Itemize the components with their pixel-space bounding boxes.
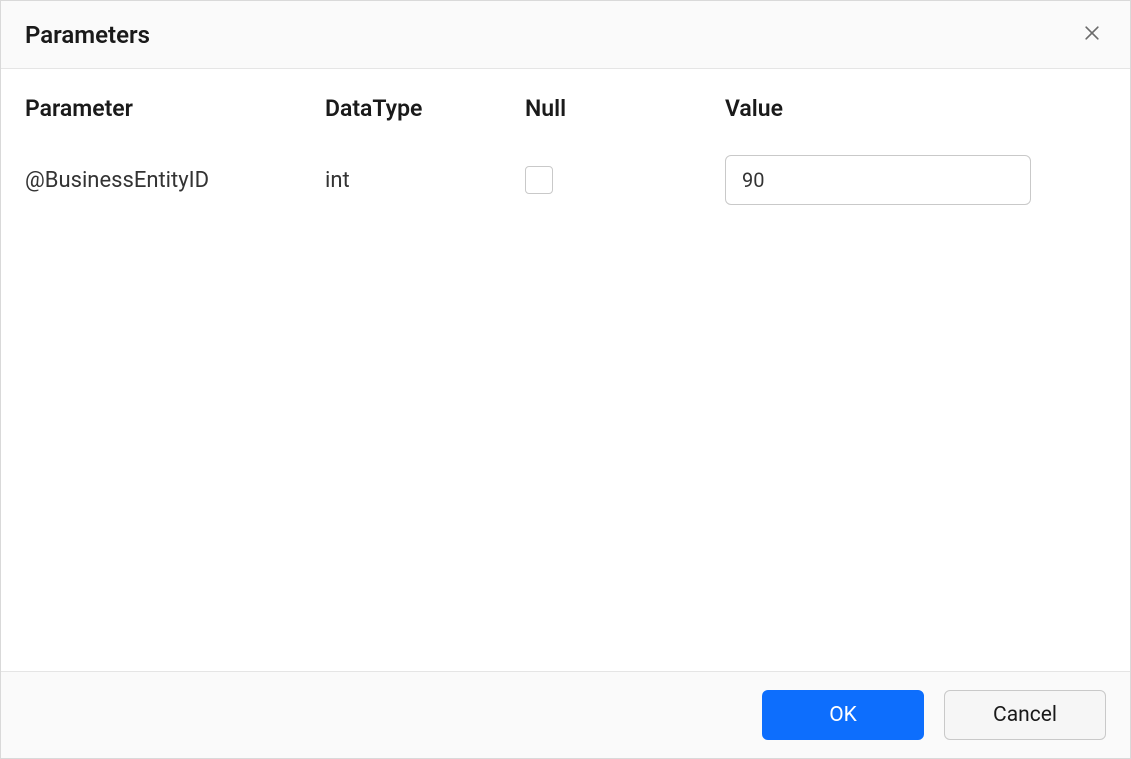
header-parameter: Parameter [25, 95, 325, 152]
dialog-title: Parameters [25, 21, 150, 49]
ok-button[interactable]: OK [762, 690, 924, 740]
parameters-table: Parameter DataType Null Value @BusinessE… [25, 95, 1106, 208]
header-null: Null [525, 95, 725, 152]
cell-null [525, 152, 725, 208]
dialog-header: Parameters [1, 1, 1130, 69]
close-icon [1082, 23, 1102, 46]
value-input[interactable] [725, 155, 1031, 205]
cancel-button[interactable]: Cancel [944, 690, 1106, 740]
dialog-body: Parameter DataType Null Value @BusinessE… [1, 69, 1130, 671]
cell-parameter-name: @BusinessEntityID [25, 152, 325, 208]
null-checkbox[interactable] [525, 166, 553, 194]
header-datatype: DataType [325, 95, 525, 152]
table-row: @BusinessEntityID int [25, 152, 1106, 208]
parameters-dialog: Parameters Parameter DataType Null Value [0, 0, 1131, 759]
header-value: Value [725, 95, 1106, 152]
cell-value [725, 152, 1106, 208]
dialog-footer: OK Cancel [1, 671, 1130, 758]
cell-datatype: int [325, 152, 525, 208]
close-button[interactable] [1078, 19, 1106, 50]
